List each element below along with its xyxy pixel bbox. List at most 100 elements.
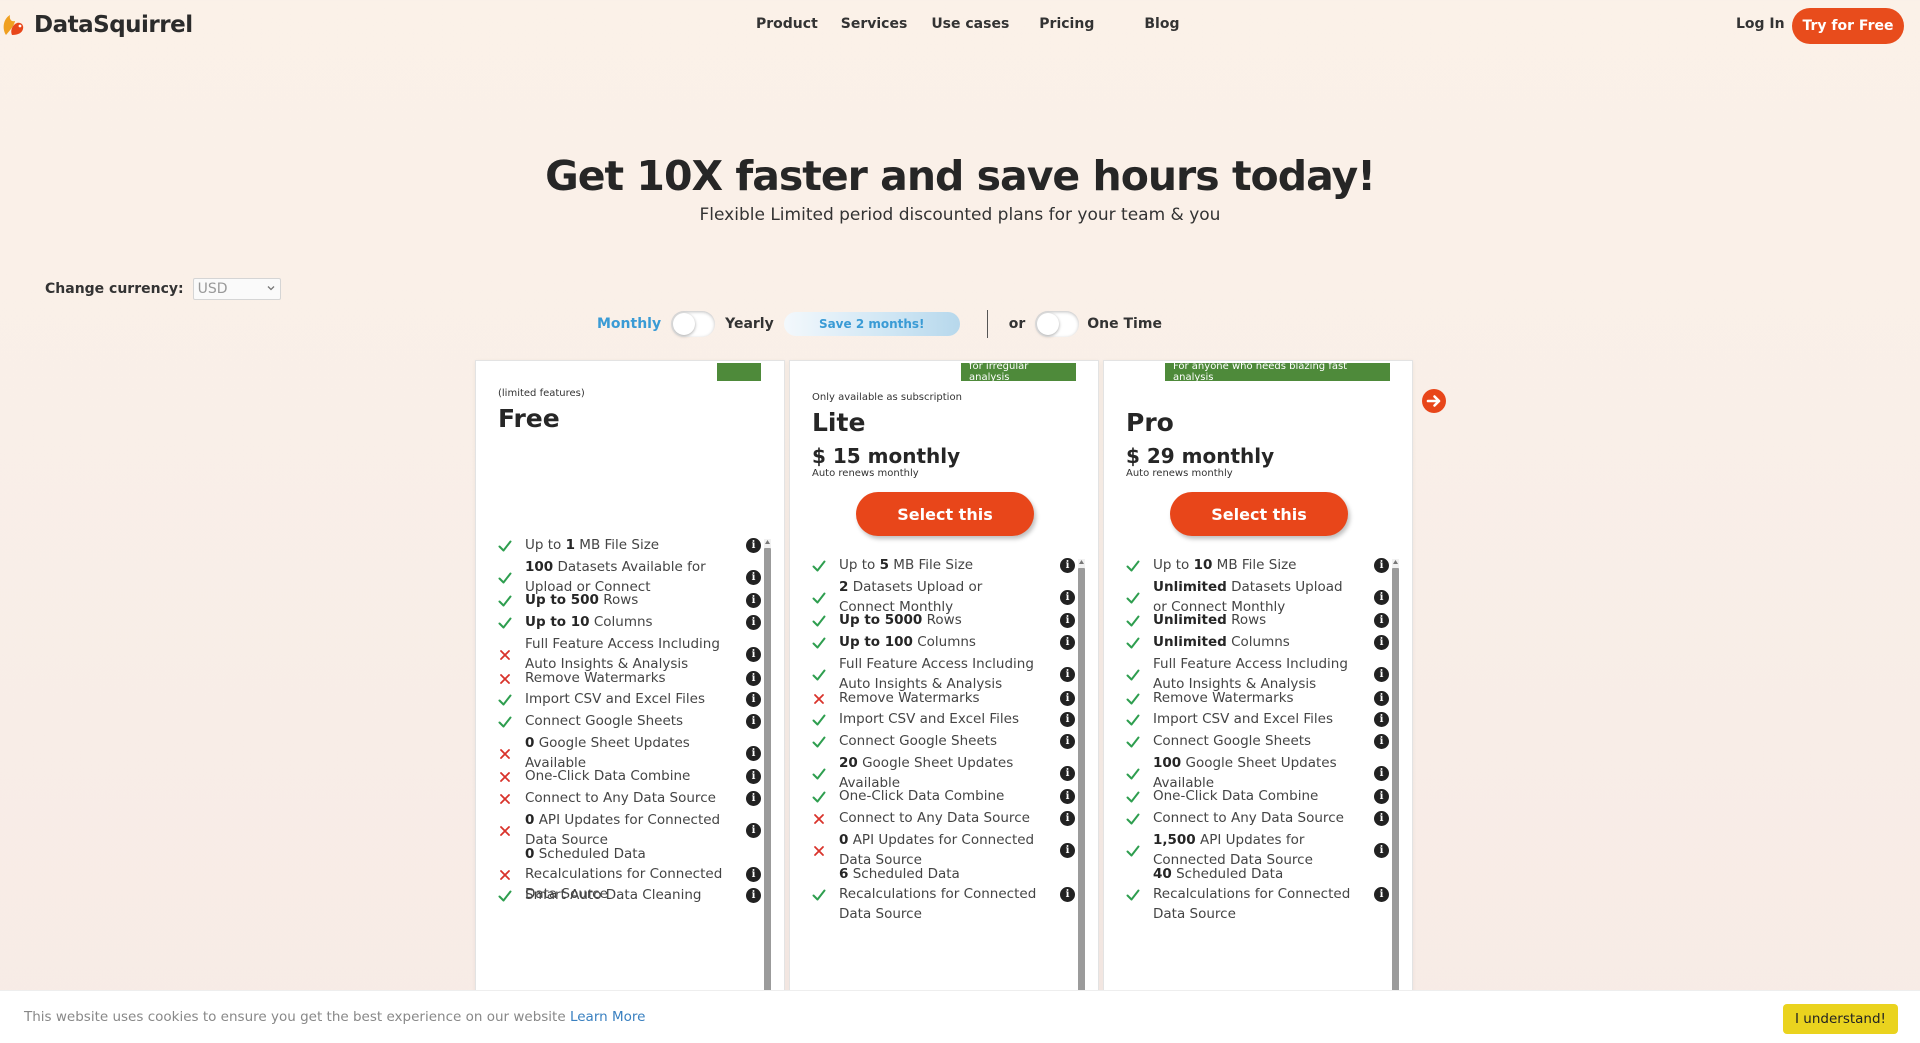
nav-item-use-cases[interactable]: Use cases bbox=[931, 16, 1009, 32]
yearly-toggle[interactable] bbox=[671, 311, 716, 337]
feature-row: Remove Watermarks i bbox=[1104, 688, 1404, 708]
info-icon[interactable]: i bbox=[746, 769, 761, 784]
feature-text: Connect to Any Data Source bbox=[1153, 808, 1353, 828]
cookie-banner: This website uses cookies to ensure you … bbox=[0, 990, 1920, 1043]
info-icon[interactable]: i bbox=[746, 692, 761, 707]
check-icon bbox=[812, 560, 826, 572]
feature-text-post: Rows bbox=[1226, 612, 1267, 628]
check-icon bbox=[498, 617, 512, 629]
currency-selector: Change currency: USD bbox=[45, 278, 281, 300]
info-icon[interactable]: i bbox=[1374, 691, 1389, 706]
feature-scrollbar[interactable] bbox=[1078, 559, 1085, 1043]
info-icon[interactable]: i bbox=[1060, 734, 1075, 749]
info-icon[interactable]: i bbox=[1060, 811, 1075, 826]
divider bbox=[986, 310, 988, 338]
feature-text-bold: 1 bbox=[565, 537, 575, 553]
cross-icon bbox=[500, 674, 510, 684]
info-icon[interactable]: i bbox=[746, 888, 761, 903]
currency-label: Change currency: bbox=[45, 281, 184, 297]
feature-text-post: Rows bbox=[922, 612, 962, 628]
feature-text: Import CSV and Excel Files bbox=[525, 689, 725, 709]
info-icon[interactable]: i bbox=[1374, 590, 1389, 605]
info-icon[interactable]: i bbox=[1374, 887, 1389, 902]
info-icon[interactable]: i bbox=[1060, 691, 1075, 706]
info-icon[interactable]: i bbox=[1060, 635, 1075, 650]
info-icon[interactable]: i bbox=[1060, 712, 1075, 727]
info-icon[interactable]: i bbox=[1374, 734, 1389, 749]
logo[interactable]: DataSquirrel bbox=[0, 8, 193, 42]
plan-badge: For anyone who needs blazing fast analys… bbox=[1165, 361, 1390, 383]
info-icon[interactable]: i bbox=[746, 570, 761, 585]
feature-scrollbar[interactable] bbox=[1392, 559, 1399, 1043]
info-icon[interactable]: i bbox=[746, 791, 761, 806]
info-icon[interactable]: i bbox=[1060, 887, 1075, 902]
yearly-label[interactable]: Yearly bbox=[725, 316, 774, 332]
info-icon[interactable]: i bbox=[746, 867, 761, 882]
info-icon[interactable]: i bbox=[746, 671, 761, 686]
nav-item-blog[interactable]: Blog bbox=[1144, 16, 1179, 32]
info-icon[interactable]: i bbox=[1374, 811, 1389, 826]
cross-icon bbox=[814, 846, 824, 856]
monthly-label[interactable]: Monthly bbox=[597, 316, 661, 332]
info-icon[interactable]: i bbox=[1060, 558, 1075, 573]
one-time-label[interactable]: One Time bbox=[1087, 316, 1162, 332]
info-icon[interactable]: i bbox=[1374, 667, 1389, 682]
nav-item-services[interactable]: Services bbox=[841, 16, 908, 32]
feature-text-bold: Up to 10 bbox=[525, 614, 590, 630]
feature-text: Up to 100 Columns bbox=[839, 632, 1039, 652]
scroll-thumb[interactable] bbox=[1392, 568, 1399, 1043]
arrow-right-circle-icon[interactable] bbox=[1422, 389, 1446, 413]
try-for-free-button[interactable]: Try for Free bbox=[1792, 8, 1904, 44]
check-icon bbox=[1126, 845, 1140, 857]
nav-item-product[interactable]: Product bbox=[756, 16, 818, 32]
info-icon[interactable]: i bbox=[1060, 667, 1075, 682]
info-icon[interactable]: i bbox=[1374, 712, 1389, 727]
info-icon[interactable]: i bbox=[746, 647, 761, 662]
scroll-up-icon[interactable] bbox=[1392, 559, 1399, 565]
feature-scrollbar[interactable] bbox=[764, 539, 771, 1043]
select-pro-button[interactable]: Select this bbox=[1170, 492, 1348, 536]
login-link[interactable]: Log In bbox=[1736, 16, 1785, 32]
info-icon[interactable]: i bbox=[1060, 590, 1075, 605]
feature-text-post: Columns bbox=[912, 634, 976, 650]
nav-item-pricing[interactable]: Pricing bbox=[1039, 16, 1094, 32]
check-icon bbox=[1126, 592, 1140, 604]
info-icon[interactable]: i bbox=[746, 593, 761, 608]
feature-row: Unlimited Rows i bbox=[1104, 610, 1404, 630]
learn-more-link[interactable]: Learn More bbox=[570, 1009, 646, 1025]
feature-row: Smart Auto Data Cleaning i bbox=[476, 885, 776, 905]
info-icon[interactable]: i bbox=[1374, 558, 1389, 573]
check-icon bbox=[498, 572, 512, 584]
info-icon[interactable]: i bbox=[1374, 635, 1389, 650]
accept-cookies-button[interactable]: I understand! bbox=[1783, 1004, 1898, 1034]
feature-text-post: Columns bbox=[589, 614, 653, 630]
info-icon[interactable]: i bbox=[746, 746, 761, 761]
save-badge: Save 2 months! bbox=[783, 312, 960, 336]
scroll-thumb[interactable] bbox=[764, 548, 771, 1043]
plan-name: Pro bbox=[1126, 408, 1174, 437]
scroll-up-icon[interactable] bbox=[764, 539, 771, 545]
scroll-up-icon[interactable] bbox=[1078, 559, 1085, 565]
info-icon[interactable]: i bbox=[746, 823, 761, 838]
info-icon[interactable]: i bbox=[1374, 613, 1389, 628]
select-lite-button[interactable]: Select this bbox=[856, 492, 1034, 536]
info-icon[interactable]: i bbox=[1060, 789, 1075, 804]
currency-select[interactable]: USD bbox=[192, 278, 281, 300]
feature-text-pre: Up to bbox=[839, 557, 880, 573]
info-icon[interactable]: i bbox=[1060, 843, 1075, 858]
info-icon[interactable]: i bbox=[1374, 789, 1389, 804]
scroll-thumb[interactable] bbox=[1078, 568, 1085, 1043]
info-icon[interactable]: i bbox=[1060, 766, 1075, 781]
info-icon[interactable]: i bbox=[746, 615, 761, 630]
one-time-toggle[interactable] bbox=[1035, 311, 1080, 337]
check-icon bbox=[1126, 693, 1140, 705]
page-title: Get 10X faster and save hours today! bbox=[545, 152, 1376, 200]
check-icon bbox=[1126, 768, 1140, 780]
info-icon[interactable]: i bbox=[1374, 843, 1389, 858]
info-icon[interactable]: i bbox=[1060, 613, 1075, 628]
info-icon[interactable]: i bbox=[1374, 766, 1389, 781]
info-icon[interactable]: i bbox=[746, 538, 761, 553]
info-icon[interactable]: i bbox=[746, 714, 761, 729]
feature-text-pre: Remove Watermarks bbox=[839, 690, 980, 706]
brand-name: DataSquirrel bbox=[34, 12, 193, 38]
